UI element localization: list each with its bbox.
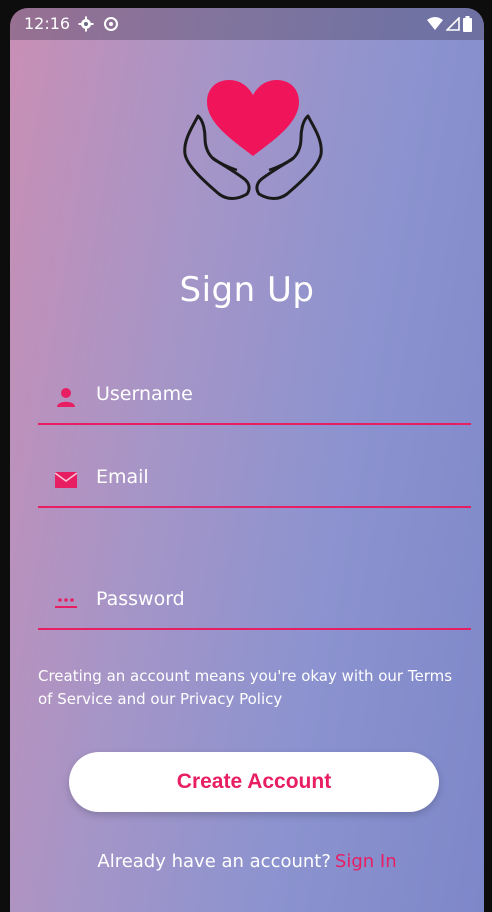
signin-prompt: Already have an account?: [97, 851, 331, 872]
page-title: Sign Up: [179, 270, 315, 310]
status-indicators: [427, 16, 472, 32]
password-label: Password: [96, 588, 185, 610]
signin-link[interactable]: Sign In: [335, 851, 397, 872]
battery-icon: [463, 16, 472, 32]
heart-icon: [207, 80, 299, 156]
person-icon: [54, 385, 78, 409]
status-time: 12:16: [24, 14, 71, 33]
username-label: Username: [96, 383, 193, 405]
status-bar: 12:16: [10, 8, 484, 40]
signup-screen: 12:16 Sign Up Username Email Password Cr…: [10, 8, 484, 912]
password-field[interactable]: Password: [38, 578, 471, 630]
sync-icon: [103, 16, 119, 36]
mail-icon: [54, 468, 78, 492]
terms-text: Creating an account means you're okay wi…: [38, 667, 453, 708]
wifi-icon: [427, 17, 443, 30]
email-field[interactable]: Email: [38, 456, 471, 508]
username-field[interactable]: Username: [38, 373, 471, 425]
create-account-button[interactable]: Create Account: [69, 752, 439, 812]
signin-row: Already have an account? Sign In: [10, 851, 484, 872]
password-icon: [54, 590, 78, 614]
gear-icon: [78, 16, 94, 36]
email-label: Email: [96, 466, 149, 488]
signal-icon: [446, 17, 460, 31]
heart-in-hands-icon: [175, 78, 331, 208]
